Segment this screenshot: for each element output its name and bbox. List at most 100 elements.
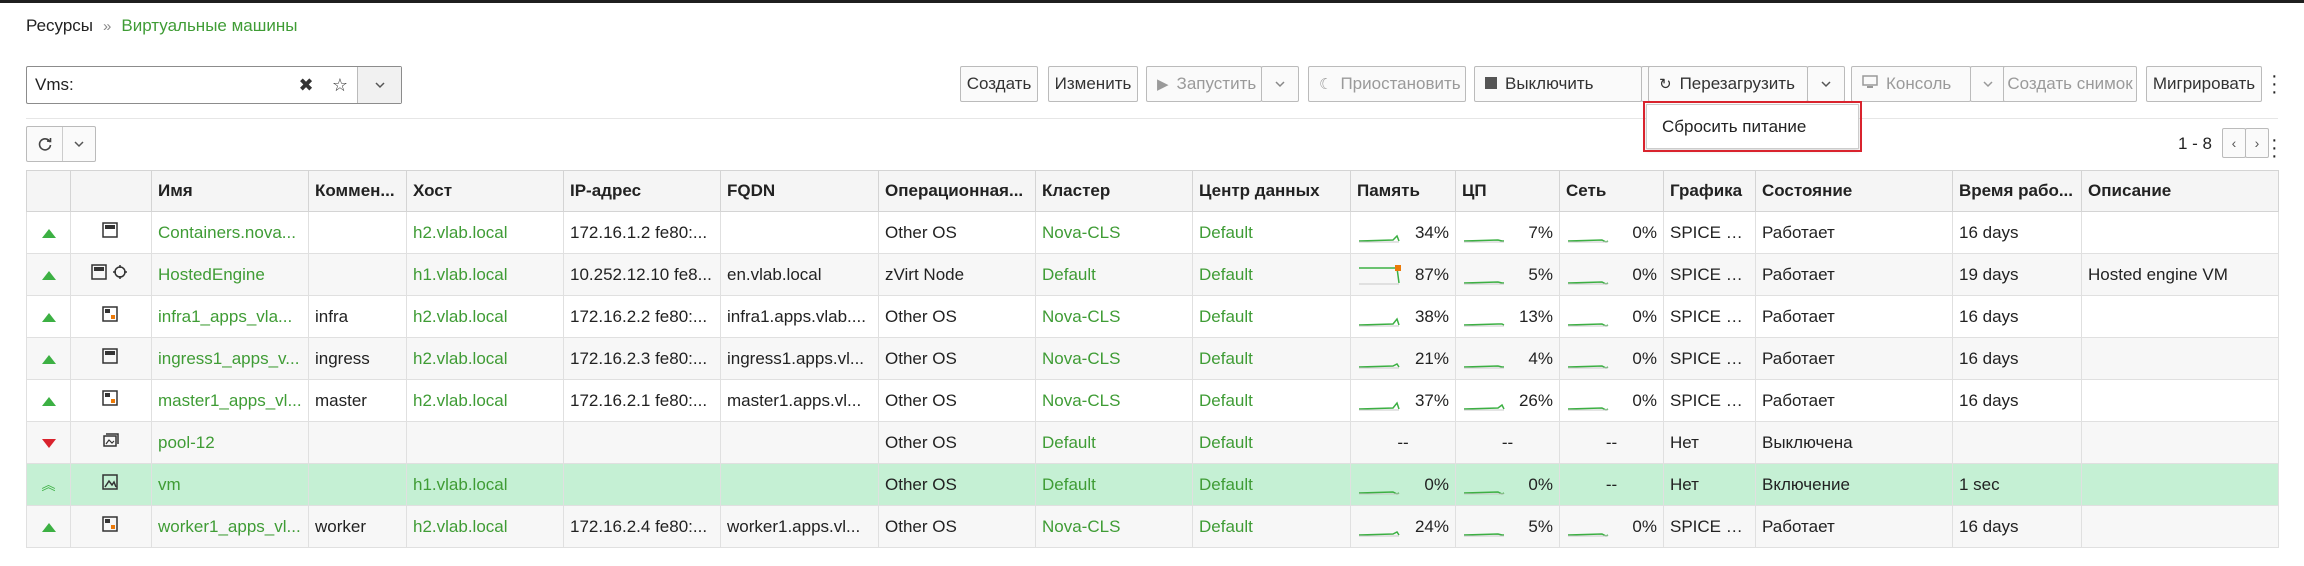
host-link[interactable]: h2.vlab.local (406, 379, 564, 422)
prev-page-button[interactable]: ‹ (2222, 128, 2246, 158)
column-header[interactable]: Имя (151, 170, 309, 212)
usage-sparkline (1463, 490, 1505, 495)
reboot-dropdown-menu: Сбросить питание (1643, 101, 1862, 152)
vm-name-link[interactable]: vm (151, 463, 309, 506)
refresh-button-group (26, 126, 96, 162)
column-header[interactable]: Состояние (1755, 170, 1953, 212)
cpu-cell: 26% (1455, 379, 1560, 422)
vm-name-link[interactable]: ingress1_apps_v... (151, 337, 309, 380)
vm-name-link[interactable]: master1_apps_vl... (151, 379, 309, 422)
memory-cell: 34% (1350, 211, 1456, 254)
column-header[interactable]: Кластер (1035, 170, 1193, 212)
datacenter-link[interactable]: Default (1192, 253, 1351, 296)
host-link[interactable] (406, 421, 564, 464)
column-header[interactable]: Память (1350, 170, 1456, 212)
reboot-button[interactable]: ↻ Перезагрузить (1648, 66, 1808, 102)
console-button[interactable]: Консоль (1851, 66, 1971, 102)
menu-item-power-reset[interactable]: Сбросить питание (1662, 117, 1806, 137)
vm-name-link[interactable]: HostedEngine (151, 253, 309, 296)
play-icon: ▶ (1157, 76, 1169, 93)
clear-icon[interactable]: ✖ (289, 67, 323, 103)
host-link[interactable]: h2.vlab.local (406, 337, 564, 380)
edit-button[interactable]: Изменить (1048, 66, 1138, 102)
run-dropdown-button[interactable] (1261, 66, 1299, 102)
cluster-link[interactable]: Default (1035, 421, 1193, 464)
breadcrumb-current[interactable]: Виртуальные машины (121, 16, 297, 36)
column-header[interactable] (70, 170, 152, 212)
search-input[interactable] (27, 67, 289, 103)
host-link[interactable]: h1.vlab.local (406, 463, 564, 506)
column-header[interactable]: Хост (406, 170, 564, 212)
cluster-link[interactable]: Nova-CLS (1035, 379, 1193, 422)
fqdn-cell: infra1.apps.vlab.... (720, 295, 879, 338)
datacenter-link[interactable]: Default (1192, 295, 1351, 338)
datacenter-link[interactable]: Default (1192, 463, 1351, 506)
cluster-link[interactable]: Nova-CLS (1035, 295, 1193, 338)
host-link[interactable]: h1.vlab.local (406, 253, 564, 296)
column-header[interactable]: Время рабо... (1952, 170, 2082, 212)
column-header[interactable] (26, 170, 71, 212)
breadcrumb-root[interactable]: Ресурсы (26, 16, 93, 36)
column-header[interactable]: Коммен... (308, 170, 407, 212)
vm-name-link[interactable]: infra1_apps_vla... (151, 295, 309, 338)
column-header[interactable]: Описание (2081, 170, 2279, 212)
migrate-button[interactable]: Мигрировать (2146, 66, 2262, 102)
search-dropdown-button[interactable] (357, 67, 401, 103)
table-row[interactable]: ingress1_apps_v... ingress h2.vlab.local 17… (26, 337, 2279, 380)
create-snapshot-button[interactable]: Создать снимок (2003, 66, 2137, 102)
datacenter-link[interactable]: Default (1192, 211, 1351, 254)
table-row[interactable]: Containers.nova... h2.vlab.local 172.16.1.… (26, 211, 2279, 254)
table-settings-kebab-icon[interactable]: · · · (2271, 130, 2278, 166)
column-header[interactable]: FQDN (720, 170, 879, 212)
datacenter-link[interactable]: Default (1192, 337, 1351, 380)
cluster-link[interactable]: Nova-CLS (1035, 211, 1193, 254)
column-header[interactable]: Центр данных (1192, 170, 1351, 212)
reload-icon: ↻ (1659, 76, 1672, 93)
refresh-dropdown-button[interactable] (63, 127, 95, 161)
cluster-link[interactable]: Nova-CLS (1035, 505, 1193, 548)
column-header[interactable]: Операционная... (878, 170, 1036, 212)
cluster-link[interactable]: Default (1035, 253, 1193, 296)
type-icon-cell (70, 253, 152, 296)
bookmark-star-icon[interactable]: ☆ (323, 67, 357, 103)
datacenter-link[interactable]: Default (1192, 505, 1351, 548)
cluster-link[interactable]: Nova-CLS (1035, 337, 1193, 380)
usage-sparkline (1567, 238, 1609, 243)
column-header[interactable]: ЦП (1455, 170, 1560, 212)
create-button[interactable]: Создать (960, 66, 1038, 102)
table-row[interactable]: master1_apps_vl... master h2.vlab.local 172… (26, 379, 2279, 422)
table-row[interactable]: HostedEngine h1.vlab.local 10.252.12.10 fe… (26, 253, 2279, 296)
run-button[interactable]: ▶ Запустить (1146, 66, 1262, 102)
host-link[interactable]: h2.vlab.local (406, 211, 564, 254)
reboot-dropdown-button[interactable] (1807, 66, 1845, 102)
refresh-button[interactable] (27, 127, 63, 161)
table-row[interactable]: infra1_apps_vla... infra h2.vlab.local 172.… (26, 295, 2279, 338)
chevron-down-icon (1275, 81, 1285, 88)
table-row[interactable]: pool-12 Other OS Default Default -- -- -- Нет Вы… (26, 421, 2279, 464)
console-dropdown-button[interactable] (1970, 66, 2006, 102)
column-header[interactable]: IP-адрес (563, 170, 721, 212)
host-link[interactable]: h2.vlab.local (406, 295, 564, 338)
datacenter-link[interactable]: Default (1192, 379, 1351, 422)
memory-cell: 87% (1350, 253, 1456, 296)
usage-sparkline (1567, 364, 1609, 369)
suspend-button[interactable]: ☾ Приостановить (1308, 66, 1466, 102)
vm-name-link[interactable]: pool-12 (151, 421, 309, 464)
type-icon-cell (70, 505, 152, 548)
column-header[interactable]: Графика (1663, 170, 1756, 212)
host-link[interactable]: h2.vlab.local (406, 505, 564, 548)
vm-name-link[interactable]: worker1_apps_vl... (151, 505, 309, 548)
cluster-link[interactable]: Default (1035, 463, 1193, 506)
chevron-left-icon: ‹ (2231, 135, 2237, 151)
table-row[interactable]: worker1_apps_vl... worker h2.vlab.local 172… (26, 505, 2279, 548)
shutdown-button[interactable]: Выключить (1474, 66, 1642, 102)
column-header[interactable]: Сеть (1559, 170, 1664, 212)
usage-sparkline (1463, 238, 1504, 242)
more-actions-kebab-icon[interactable]: · · · (2271, 66, 2278, 102)
state-cell: Включение (1755, 463, 1953, 506)
vm-name-link[interactable]: Containers.nova... (151, 211, 309, 254)
fqdn-cell (720, 463, 879, 506)
datacenter-link[interactable]: Default (1192, 421, 1351, 464)
next-page-button[interactable]: › (2245, 128, 2269, 158)
table-row[interactable]: ︽ vm h1.vlab.local Other OS Default Default 0%… (26, 463, 2279, 506)
